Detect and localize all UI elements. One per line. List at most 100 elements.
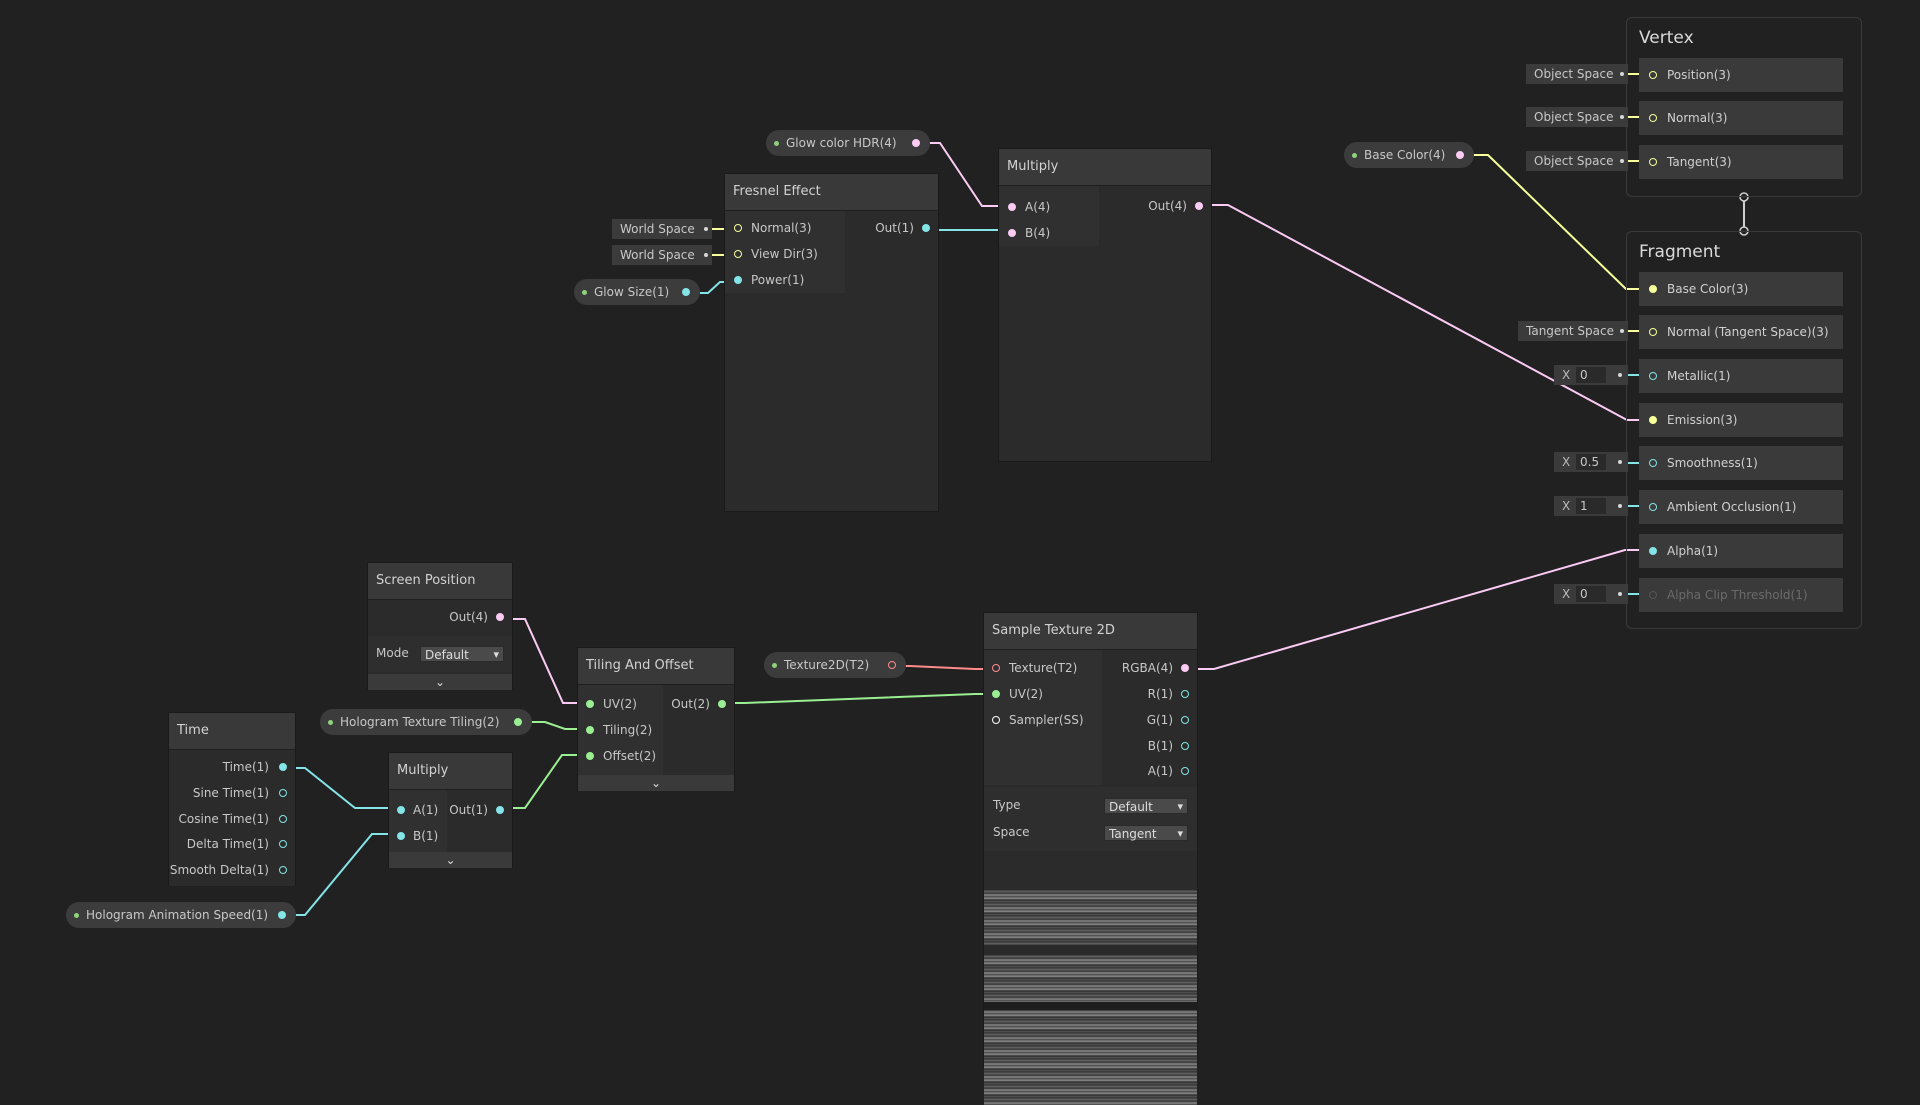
multiply-glow-node[interactable]: Multiply A(4) B(4) Out(4): [998, 148, 1212, 462]
sample-out-g-port[interactable]: [1181, 716, 1189, 724]
tiling-expand-button[interactable]: ⌄: [578, 775, 734, 791]
sample-space-dropdown[interactable]: Tangent: [1104, 825, 1188, 842]
tiling-in-tiling-port[interactable]: [586, 726, 594, 734]
multiply-time-in-a-port[interactable]: [397, 806, 405, 814]
glow-color-port[interactable]: [912, 139, 920, 147]
time-out-sine-port[interactable]: [279, 789, 287, 797]
time-node[interactable]: Time Time(1) Sine Time(1) Cosine Time(1)…: [168, 712, 296, 886]
fragment-context[interactable]: Fragment Base Color(3) Normal (Tangent S…: [1626, 231, 1862, 629]
screen-position-mode-dropdown[interactable]: Default: [420, 646, 504, 663]
base-color-property[interactable]: Base Color(4): [1344, 142, 1474, 168]
fresnel-in-power-port[interactable]: [734, 276, 742, 284]
texture2d-property[interactable]: Texture2D(T2): [764, 652, 906, 678]
screen-position-node[interactable]: Screen Position Out(4) Mode Default ⌄: [367, 562, 513, 690]
time-out-delta-port[interactable]: [279, 840, 287, 848]
vertex-tangent-slot[interactable]: Tangent(3): [1639, 145, 1843, 179]
hologram-texture-tiling-label: Hologram Texture Tiling(2): [340, 715, 500, 729]
fragment-ao-slot[interactable]: Ambient Occlusion(1): [1639, 490, 1843, 524]
smoothness-value[interactable]: 0.5: [1576, 454, 1606, 470]
vertex-normal-slot[interactable]: Normal(3): [1639, 101, 1843, 135]
sample-out-b-port[interactable]: [1181, 742, 1189, 750]
fragment-alpha-slot[interactable]: Alpha(1): [1639, 534, 1843, 568]
multiply-time-expand-button[interactable]: ⌄: [389, 852, 512, 868]
base-color-prop-port[interactable]: [1456, 151, 1464, 159]
wire-time-to-multiply-a: [285, 767, 402, 809]
fresnel-viewdir-space-tag[interactable]: World Space: [612, 245, 712, 265]
fragment-metallic-port[interactable]: [1649, 372, 1657, 380]
multiply-time-node[interactable]: Multiply A(1) B(1) Out(1) ⌄: [388, 752, 513, 868]
fresnel-effect-node[interactable]: Fresnel Effect Normal(3) View Dir(3) Pow…: [724, 173, 939, 512]
vertex-normal-space-tag[interactable]: Object Space: [1526, 107, 1628, 127]
sample-in-texture-port[interactable]: [992, 664, 1000, 672]
time-out-cosine-port[interactable]: [279, 815, 287, 823]
multiply-glow-title: Multiply: [999, 149, 1211, 186]
sample-in-uv-port[interactable]: [992, 690, 1000, 698]
fragment-base-color-port[interactable]: [1649, 285, 1657, 293]
fragment-alpha-port[interactable]: [1649, 547, 1657, 555]
multiply-time-in-b-port[interactable]: [397, 832, 405, 840]
fresnel-in-viewdir-port[interactable]: [734, 250, 742, 258]
time-out-smooth-delta-port[interactable]: [279, 866, 287, 874]
multiply-glow-in-b-port[interactable]: [1008, 229, 1016, 237]
smoothness-value-field[interactable]: X 0.5: [1554, 452, 1628, 472]
screen-position-title: Screen Position: [368, 563, 512, 600]
vertex-tangent-port[interactable]: [1649, 158, 1657, 166]
hologram-animation-speed-property[interactable]: Hologram Animation Speed(1): [66, 902, 296, 928]
tiling-in-offset: Offset(2): [603, 749, 657, 763]
vertex-position-slot[interactable]: Position(3): [1639, 58, 1843, 92]
multiply-glow-out-port[interactable]: [1195, 202, 1203, 210]
hologram-speed-port[interactable]: [278, 911, 286, 919]
fragment-normal-space-tag[interactable]: Tangent Space: [1518, 321, 1628, 341]
sample-in-sampler-port[interactable]: [992, 716, 1000, 724]
tiling-out-port[interactable]: [718, 700, 726, 708]
sample-out-a-port[interactable]: [1181, 767, 1189, 775]
texture2d-port[interactable]: [888, 661, 896, 669]
fragment-emission-slot[interactable]: Emission(3): [1639, 403, 1843, 437]
multiply-glow-in-a-port[interactable]: [1008, 203, 1016, 211]
glow-size-property[interactable]: Glow Size(1): [574, 279, 700, 305]
fragment-alpha-clip-slot[interactable]: Alpha Clip Threshold(1): [1639, 578, 1843, 612]
screen-position-out-port[interactable]: [496, 613, 504, 621]
fragment-normal-port[interactable]: [1649, 328, 1657, 336]
sample-out-rgba-port[interactable]: [1181, 664, 1189, 672]
vertex-tangent-space: Object Space: [1534, 154, 1614, 168]
metallic-value[interactable]: 0: [1576, 367, 1606, 383]
tiling-in-offset-port[interactable]: [586, 752, 594, 760]
fresnel-out: Out(1): [875, 221, 914, 235]
fresnel-normal-space-tag[interactable]: World Space: [612, 219, 712, 239]
multiply-time-out-port[interactable]: [496, 806, 504, 814]
alpha-clip-value[interactable]: 0: [1576, 586, 1606, 602]
fragment-alpha-clip-port[interactable]: [1649, 591, 1657, 599]
metallic-value-field[interactable]: X 0: [1554, 365, 1628, 385]
fragment-ao-port[interactable]: [1649, 503, 1657, 511]
vertex-position-space-tag[interactable]: Object Space: [1526, 64, 1628, 84]
fragment-base-color-slot[interactable]: Base Color(3): [1639, 272, 1843, 306]
hologram-texture-tiling-property[interactable]: Hologram Texture Tiling(2): [320, 709, 532, 735]
fragment-metallic-slot[interactable]: Metallic(1): [1639, 359, 1843, 393]
fresnel-in-normal-port[interactable]: [734, 224, 742, 232]
tiling-and-offset-node[interactable]: Tiling And Offset UV(2) Tiling(2) Offset…: [577, 647, 735, 791]
screen-position-expand-button[interactable]: ⌄: [368, 674, 512, 690]
vertex-tangent-space-tag[interactable]: Object Space: [1526, 151, 1628, 171]
fragment-emission-port[interactable]: [1649, 416, 1657, 424]
glow-size-port[interactable]: [682, 288, 690, 296]
fresnel-out-port[interactable]: [922, 224, 930, 232]
sample-type-dropdown[interactable]: Default: [1104, 798, 1188, 815]
ao-value[interactable]: 1: [1576, 498, 1606, 514]
ao-value-field[interactable]: X 1: [1554, 496, 1628, 516]
vertex-position-port[interactable]: [1649, 71, 1657, 79]
glow-color-hdr-property[interactable]: Glow color HDR(4): [766, 130, 930, 156]
vertex-tangent-label: Tangent(3): [1667, 155, 1732, 169]
alpha-clip-value-field[interactable]: X 0: [1554, 584, 1628, 604]
vertex-context[interactable]: Vertex Position(3) Normal(3) Tangent(3): [1626, 17, 1862, 197]
hologram-tiling-port[interactable]: [514, 718, 522, 726]
vertex-normal-port[interactable]: [1649, 114, 1657, 122]
screen-position-mode-value: Default: [425, 648, 469, 662]
time-out-time-port[interactable]: [279, 763, 287, 771]
sample-texture-2d-node[interactable]: Sample Texture 2D Texture(T2) UV(2) Samp…: [983, 612, 1198, 1105]
fragment-normal-slot[interactable]: Normal (Tangent Space)(3): [1639, 315, 1843, 349]
tiling-in-uv-port[interactable]: [586, 700, 594, 708]
sample-out-r-port[interactable]: [1181, 690, 1189, 698]
fragment-smoothness-port[interactable]: [1649, 459, 1657, 467]
fragment-smoothness-slot[interactable]: Smoothness(1): [1639, 446, 1843, 480]
